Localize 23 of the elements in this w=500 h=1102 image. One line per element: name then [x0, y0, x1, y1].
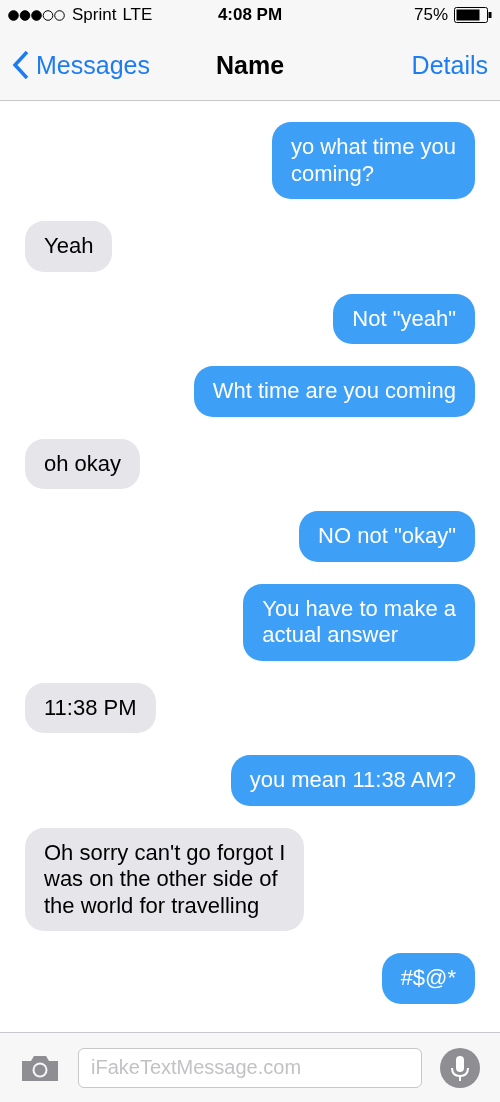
message-input[interactable]: iFakeTextMessage.com [78, 1047, 422, 1088]
clock-time: 4:08 PM [217, 5, 283, 25]
sent-message: Wht time are you coming [193, 366, 475, 417]
carrier-name: Sprint [72, 5, 117, 25]
conversation-title: Name [215, 50, 285, 80]
details-link[interactable]: Details [411, 50, 488, 80]
received-message: 11:38 PM [25, 682, 156, 733]
signal-icon [8, 9, 66, 21]
sent-message: yo what time you coming? [271, 122, 475, 199]
network-type: LTE [122, 5, 153, 25]
battery-percent: 75% [413, 5, 448, 25]
received-message: Yeah [25, 221, 113, 272]
battery-icon [454, 7, 492, 23]
sent-message: You have to make a actual answer [243, 583, 475, 661]
sent-message: you mean 11:38 AM? [230, 755, 475, 806]
received-message: oh okay [25, 438, 141, 489]
sent-message: #$@* [381, 953, 475, 1004]
back-chevron-icon[interactable] [12, 50, 30, 80]
received-message: Oh sorry can't go forgot I was on the other side of the world for travelling [25, 827, 305, 931]
back-link[interactable]: Messages [36, 50, 150, 80]
microphone-icon[interactable] [440, 1047, 480, 1088]
sent-message: Not "yeah" [333, 293, 475, 344]
sent-message: NO not "okay" [299, 511, 475, 562]
